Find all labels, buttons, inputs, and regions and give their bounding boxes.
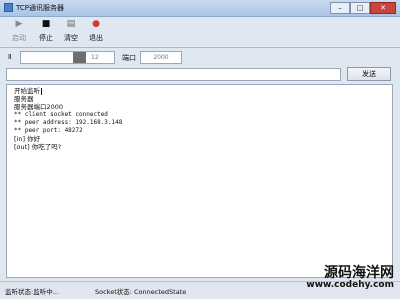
close-button[interactable]: ✕ (370, 2, 396, 14)
log-line-connected: ** client socket connected (14, 111, 108, 118)
ip-input[interactable]: 12 (20, 51, 115, 64)
listen-status: 监听状态:监听中... (5, 288, 59, 296)
ip-label: Ⅱ (8, 53, 12, 61)
stop-icon: ■ (41, 19, 51, 29)
watermark-title: 源码海洋网 (324, 265, 394, 281)
log-line-listen: 开始监听 (14, 87, 42, 95)
document-icon: ▤ (66, 19, 76, 29)
stop-label: 停止 (39, 34, 53, 42)
log-line-server: 服务器 (14, 95, 34, 103)
ip-value: 12 (91, 54, 99, 61)
window-title: TCP通讯服务器 (16, 4, 64, 12)
send-row: 发送 (0, 67, 400, 83)
clear-button[interactable]: ▤ 清空 (60, 19, 82, 43)
start-label: 启动 (12, 34, 26, 42)
app-icon (4, 3, 13, 12)
text-cursor (41, 87, 42, 95)
port-input[interactable]: 2000 (140, 51, 182, 64)
toolbar: ▶ 启动 ■ 停止 ▤ 清空 ● 退出 (0, 17, 400, 47)
config-row: Ⅱ 12 端口 2000 (0, 50, 400, 66)
start-button[interactable]: ▶ 启动 (8, 19, 30, 43)
maximize-button[interactable]: □ (350, 2, 370, 14)
play-icon: ▶ (15, 19, 23, 29)
log-line-in: [in] 你好 (14, 135, 41, 143)
port-label: 端口 (122, 54, 136, 62)
send-input[interactable] (6, 68, 341, 81)
exit-label: 退出 (89, 34, 103, 42)
exit-icon: ● (92, 19, 100, 29)
log-line-peer-port: ** peer port: 48272 (14, 127, 83, 134)
log-output[interactable]: 开始监听 服务器 服务器端口2000 ** client socket conn… (6, 84, 393, 278)
log-line-peer-address: ** peer address: 192.168.3.148 (14, 119, 123, 126)
toolbar-divider (0, 47, 400, 48)
socket-status: Socket状态: ConnectedState (95, 288, 187, 296)
log-line-port: 服务器端口2000 (14, 103, 64, 111)
title-bar: TCP通讯服务器 – □ ✕ (0, 0, 400, 17)
stop-button[interactable]: ■ 停止 (35, 19, 57, 43)
log-line-out: [out] 你吃了吗? (14, 143, 62, 151)
exit-button[interactable]: ● 退出 (85, 19, 107, 43)
watermark-url: www.codehy.com (306, 280, 394, 290)
clear-label: 清空 (64, 34, 78, 42)
send-button[interactable]: 发送 (347, 67, 391, 81)
minimize-button[interactable]: – (330, 2, 350, 14)
ip-octet-focus (73, 52, 86, 63)
